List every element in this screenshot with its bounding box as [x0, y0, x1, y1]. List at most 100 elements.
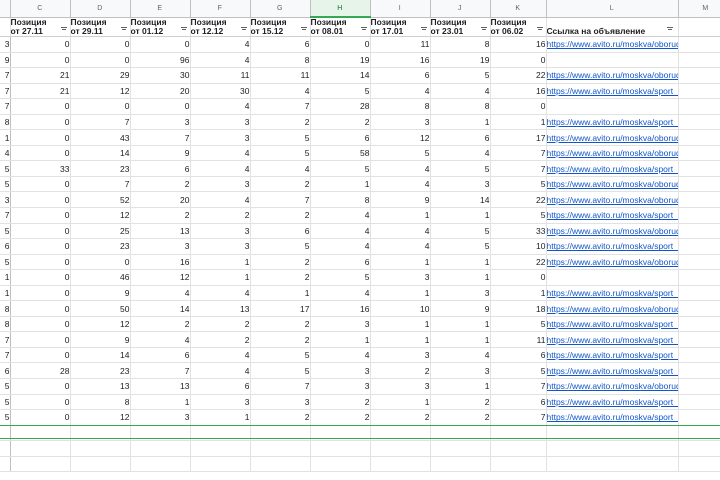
cell-value[interactable]: 16: [490, 83, 547, 100]
cell-value[interactable]: 2: [250, 269, 311, 286]
cell-value[interactable]: 9: [370, 191, 431, 209]
filter-icon[interactable]: [180, 27, 187, 32]
column-header-c[interactable]: C: [10, 0, 71, 18]
cell-link[interactable]: https://www.avito.ru/moskva/oborudovanie…: [546, 129, 679, 146]
cell-value[interactable]: 8: [430, 36, 491, 53]
cell-empty[interactable]: [70, 440, 131, 457]
cell-value[interactable]: 33: [490, 223, 547, 240]
cell-empty[interactable]: [678, 394, 720, 411]
cell-empty[interactable]: [678, 316, 720, 333]
cell-value[interactable]: 23: [70, 362, 131, 380]
cell-value[interactable]: 3: [310, 316, 371, 333]
cell-value[interactable]: 17: [250, 300, 311, 317]
cell-empty[interactable]: [678, 36, 720, 53]
cell-value[interactable]: 8: [310, 191, 371, 209]
cell-value[interactable]: 3: [190, 223, 251, 240]
cell-value[interactable]: 52: [70, 191, 131, 209]
cell-value[interactable]: 30: [190, 83, 251, 100]
cell-empty[interactable]: [678, 52, 720, 69]
cell-value[interactable]: 1: [310, 331, 371, 348]
cell-link[interactable]: https://www.avito.ru/moskva/oborudovanie…: [546, 191, 679, 209]
cell-value[interactable]: 29: [70, 67, 131, 84]
cell-value[interactable]: 4: [190, 191, 251, 209]
cell-empty[interactable]: [678, 67, 720, 84]
cell-value[interactable]: 7: [250, 191, 311, 209]
cell-link[interactable]: https://www.avito.ru/moskva/sport_i_otdy…: [546, 316, 679, 333]
cell-value[interactable]: 16: [310, 300, 371, 317]
cell-empty[interactable]: [678, 98, 720, 115]
row-number[interactable]: 6: [0, 238, 11, 255]
cell-empty[interactable]: [678, 207, 720, 224]
cell-value[interactable]: 1: [370, 394, 431, 411]
cell-empty[interactable]: [190, 456, 251, 473]
row-number[interactable]: 5: [0, 176, 11, 193]
cell-value[interactable]: 2: [430, 394, 491, 411]
cell-value[interactable]: 0: [10, 114, 71, 131]
column-header-i[interactable]: I: [370, 0, 431, 18]
cell-value[interactable]: 6: [250, 36, 311, 53]
cell-empty[interactable]: [430, 456, 491, 473]
cell-value[interactable]: 2: [190, 316, 251, 333]
cell-value[interactable]: 5: [430, 238, 491, 255]
cell-empty[interactable]: [678, 176, 720, 193]
cell-value[interactable]: 4: [190, 98, 251, 115]
cell-value[interactable]: 2: [310, 114, 371, 131]
cell-value[interactable]: 12: [70, 409, 131, 426]
cell-empty[interactable]: [678, 362, 720, 380]
cell-value[interactable]: 16: [130, 254, 191, 271]
cell-value[interactable]: 3: [190, 238, 251, 255]
cell-empty[interactable]: [678, 285, 720, 302]
cell-empty[interactable]: [546, 456, 679, 473]
filter-icon[interactable]: [300, 27, 307, 32]
cell-value[interactable]: 1: [370, 331, 431, 348]
cell-value[interactable]: 14: [430, 191, 491, 209]
cell-value[interactable]: 1: [250, 285, 311, 302]
cell-empty[interactable]: [130, 456, 191, 473]
cell-empty[interactable]: [430, 440, 491, 457]
cell-value[interactable]: 4: [190, 160, 251, 177]
cell-value[interactable]: 4: [250, 83, 311, 100]
cell-value[interactable]: 7: [250, 378, 311, 395]
cell-value[interactable]: 4: [250, 160, 311, 177]
cell-link[interactable]: https://www.avito.ru/moskva/sport_i_otdy…: [546, 362, 679, 380]
cell-empty[interactable]: [0, 440, 11, 457]
cell-value[interactable]: 12: [70, 207, 131, 224]
cell-value[interactable]: 3: [430, 176, 491, 193]
cell-value[interactable]: 22: [490, 254, 547, 271]
cell-empty[interactable]: [310, 440, 371, 457]
cell-value[interactable]: 0: [10, 129, 71, 146]
row-number[interactable]: 5: [0, 394, 11, 411]
cell-value[interactable]: 0: [10, 331, 71, 348]
cell-link[interactable]: https://www.avito.ru/moskva/oborudovanie…: [546, 223, 679, 240]
cell-empty[interactable]: [370, 456, 431, 473]
column-header-f[interactable]: F: [190, 0, 251, 18]
cell-value[interactable]: 9: [70, 285, 131, 302]
cell-value[interactable]: 46: [70, 269, 131, 286]
cell-value[interactable]: 0: [10, 145, 71, 162]
cell-value[interactable]: 0: [70, 52, 131, 69]
cell-value[interactable]: 5: [250, 362, 311, 380]
cell-value[interactable]: 2: [130, 207, 191, 224]
cell-value[interactable]: 2: [130, 316, 191, 333]
cell-value[interactable]: 17: [490, 129, 547, 146]
cell-value[interactable]: 0: [10, 347, 71, 364]
cell-empty[interactable]: [678, 223, 720, 240]
row-number[interactable]: 1: [0, 269, 11, 286]
cell-value[interactable]: 28: [310, 98, 371, 115]
header-cell[interactable]: Позиция от 08.01: [310, 17, 371, 37]
cell-value[interactable]: 2: [250, 254, 311, 271]
cell-value[interactable]: 4: [310, 207, 371, 224]
cell-value[interactable]: 22: [490, 191, 547, 209]
row-number[interactable]: 8: [0, 114, 11, 131]
cell-value[interactable]: 0: [10, 316, 71, 333]
cell-value[interactable]: 11: [490, 331, 547, 348]
row-number[interactable]: 7: [0, 207, 11, 224]
cell-empty[interactable]: [70, 456, 131, 473]
cell-empty[interactable]: [678, 456, 720, 473]
header-cell[interactable]: Позиция от 15.12: [250, 17, 311, 37]
cell-value[interactable]: 8: [70, 394, 131, 411]
cell-value[interactable]: 2: [250, 114, 311, 131]
cell-value[interactable]: 6: [490, 347, 547, 364]
cell-value[interactable]: 5: [250, 238, 311, 255]
cell-value[interactable]: 3: [250, 394, 311, 411]
